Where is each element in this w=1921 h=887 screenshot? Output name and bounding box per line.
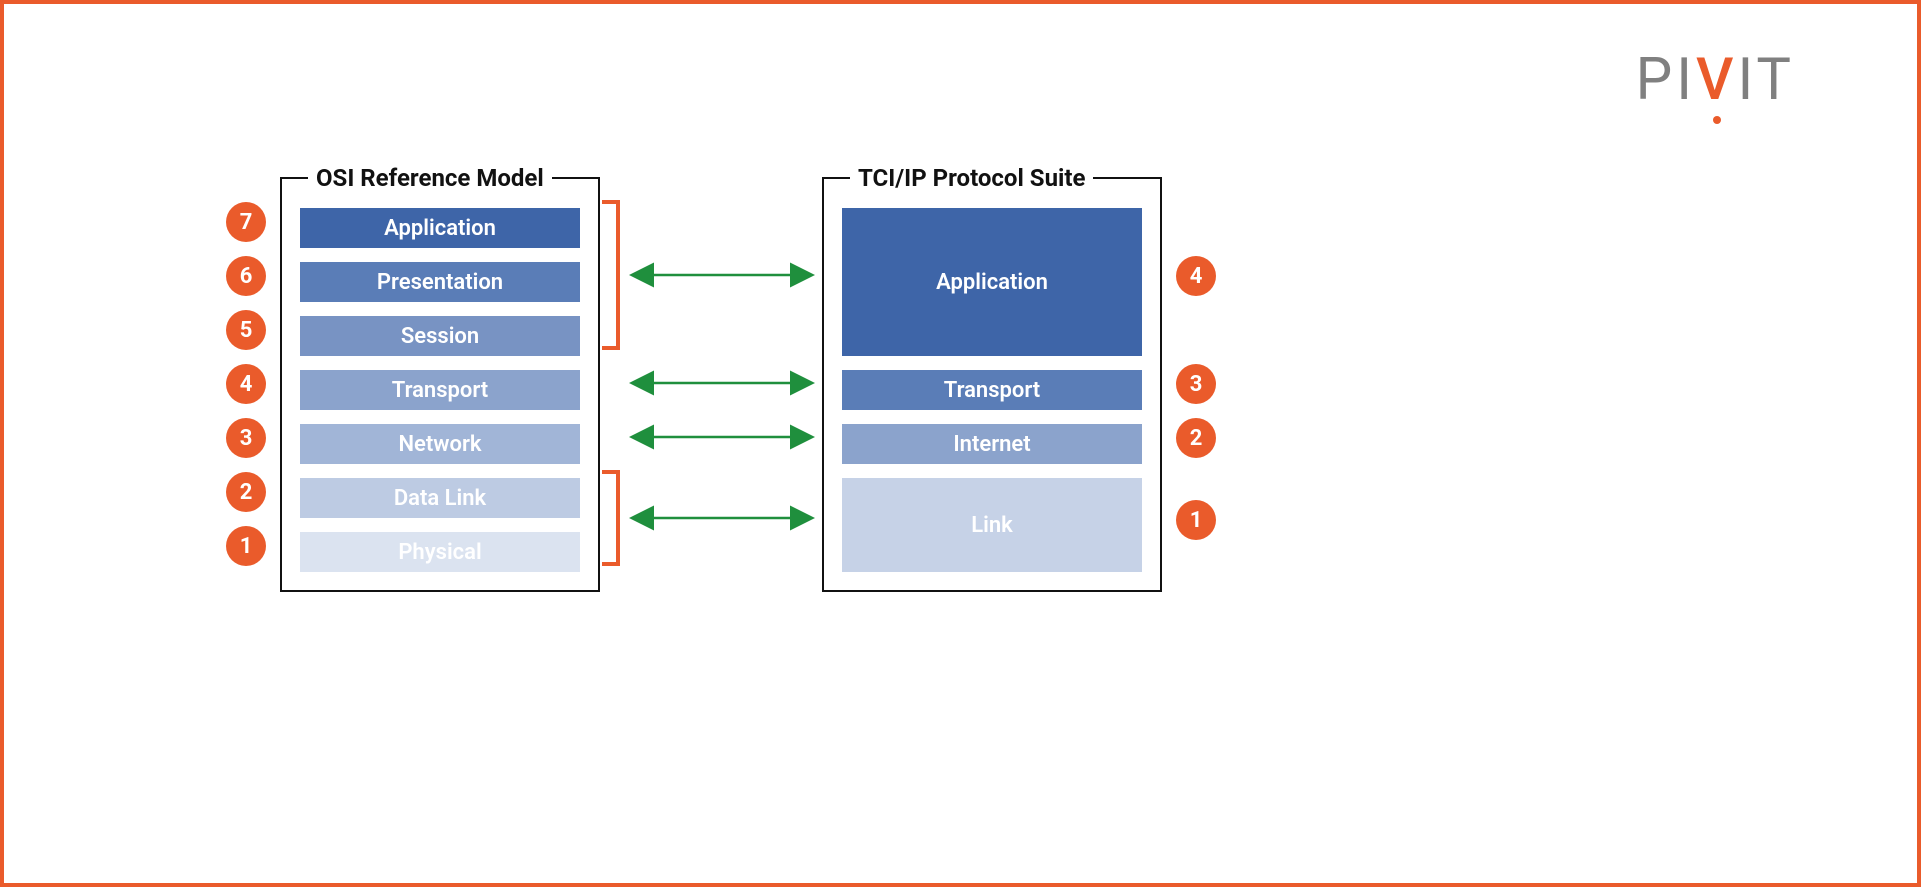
osi-box: OSI Reference Model Application Presenta… xyxy=(280,164,600,592)
layer-number-badge: 2 xyxy=(226,472,266,512)
osi-numbers: 7 6 5 4 3 2 1 xyxy=(226,164,266,592)
tcp-numbers: 4 3 2 1 xyxy=(1176,164,1216,592)
logo-accent-letter: V xyxy=(1696,46,1737,114)
tcp-column: TCI/IP Protocol Suite Application Transp… xyxy=(822,164,1216,592)
layer-number-badge: 5 xyxy=(226,310,266,350)
diagram: 7 6 5 4 3 2 1 OSI Reference Model Applic… xyxy=(26,164,1895,751)
layer-number-badge: 3 xyxy=(1176,364,1216,404)
tcp-layer-internet: Internet xyxy=(842,424,1142,464)
layer-number-badge: 4 xyxy=(1176,256,1216,296)
tcp-layers: Application Transport Internet Link xyxy=(842,208,1142,572)
spacer xyxy=(1176,202,1216,242)
frame: PI V IT 7 6 5 4 3 2 1 OSI Reference Mode… xyxy=(0,0,1921,887)
logo: PI V IT xyxy=(26,26,1895,164)
osi-layer-application: Application xyxy=(300,208,580,248)
group-brackets xyxy=(600,198,622,582)
bracket-icon xyxy=(600,198,622,578)
tcp-layer-link: Link xyxy=(842,478,1142,572)
osi-layer-network: Network xyxy=(300,424,580,464)
logo-prefix: PI xyxy=(1636,46,1696,114)
logo-suffix: IT xyxy=(1737,46,1795,114)
osi-column: 7 6 5 4 3 2 1 OSI Reference Model Applic… xyxy=(226,164,600,592)
layer-number-badge: 1 xyxy=(1176,500,1216,540)
layer-number-badge: 7 xyxy=(226,202,266,242)
osi-layer-transport: Transport xyxy=(300,370,580,410)
arrows-svg xyxy=(622,198,822,578)
tcp-layer-transport: Transport xyxy=(842,370,1142,410)
spacer xyxy=(1176,472,1216,486)
layer-number-badge: 1 xyxy=(226,526,266,566)
osi-layer-data-link: Data Link xyxy=(300,478,580,518)
tcp-layer-application: Application xyxy=(842,208,1142,356)
tcp-box: TCI/IP Protocol Suite Application Transp… xyxy=(822,164,1162,592)
osi-layers: Application Presentation Session Transpo… xyxy=(300,208,580,572)
tcp-title: TCI/IP Protocol Suite xyxy=(850,164,1093,192)
layer-number-badge: 6 xyxy=(226,256,266,296)
osi-layer-session: Session xyxy=(300,316,580,356)
osi-title: OSI Reference Model xyxy=(308,164,552,192)
osi-layer-presentation: Presentation xyxy=(300,262,580,302)
osi-layer-physical: Physical xyxy=(300,532,580,572)
spacer xyxy=(1176,310,1216,350)
bottom-spacer xyxy=(26,751,1895,861)
logo-dot-icon xyxy=(1713,116,1721,124)
mapping-arrows xyxy=(622,198,822,582)
logo-text: PI V IT xyxy=(1636,46,1795,114)
layer-number-badge: 3 xyxy=(226,418,266,458)
layer-number-badge: 2 xyxy=(1176,418,1216,458)
layer-number-badge: 4 xyxy=(226,364,266,404)
